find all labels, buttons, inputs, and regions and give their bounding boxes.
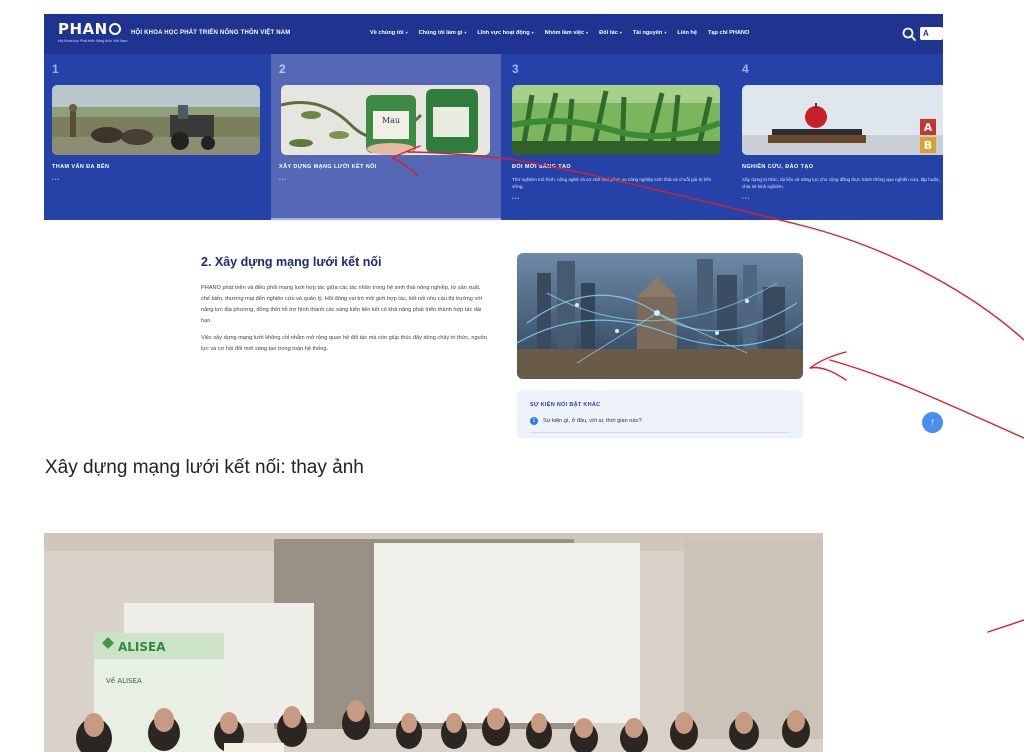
- nav-item-label: Liên hệ: [677, 30, 697, 36]
- slide-4[interactable]: 4 A B NGHIÊN CỨU, ĐÀO TẠO Xây dựng tri t…: [731, 54, 943, 220]
- nav-item-6[interactable]: Tài nguyên ▾: [633, 30, 667, 36]
- article-paragraph-1: PHANO phát triển và điều phối mạng lưới …: [201, 285, 483, 324]
- event-number-badge: 1: [530, 417, 538, 425]
- article-paragraph-2: Việc xây dựng mạng lưới không chỉ nhằm m…: [201, 335, 487, 352]
- nav-item-label: Tạp chí PHANO: [707, 30, 750, 36]
- other-events-box: SỰ KIỆN NỔI BẬT KHÁC 1 Sự kiện gì, ở đâu…: [517, 390, 803, 438]
- chevron-down-icon: ▾: [586, 30, 589, 35]
- events-title: SỰ KIỆN NỔI BẬT KHÁC: [530, 402, 601, 408]
- website-screenshot: PHAN Hội Khoa học Phát triển Nông thôn V…: [44, 14, 943, 438]
- globe-icon: [108, 23, 121, 35]
- search-icon[interactable]: [902, 27, 916, 41]
- nav-item-4[interactable]: Nhóm làm việc ▾: [545, 30, 589, 36]
- caption-note: Xây dựng mạng lưới kết nối: thay ảnh: [45, 457, 364, 478]
- slide-4-image: A B: [742, 85, 943, 155]
- slide-2-active[interactable]: 2 Mau XÂY DỰNG MẠNG LƯỚI KẾT NỐI •••: [271, 54, 501, 220]
- nav-menu: Về chúng tôi ▾ Chúng tôi làm gì ▾ Lĩnh vực h…: [370, 30, 749, 36]
- slide-more-dots: •••: [512, 196, 521, 202]
- poster-heading: Về ALISEA: [106, 677, 142, 685]
- nav-item-8[interactable]: Tạp chí PHANO: [708, 30, 749, 36]
- slide-title: XÂY DỰNG MẠNG LƯỚI KẾT NỐI: [279, 164, 377, 170]
- nav-item-label: Lĩnh vực hoạt động: [477, 30, 530, 36]
- chevron-down-icon: ▾: [405, 30, 408, 35]
- article-body: PHANO phát triển và điều phối mạng lưới …: [201, 283, 491, 361]
- slide-2-image: Mau: [281, 85, 490, 155]
- slide-number: 1: [52, 62, 59, 76]
- network-city-image: [517, 253, 803, 379]
- chevron-down-icon: ▾: [464, 30, 467, 35]
- slide-number: 2: [279, 62, 286, 76]
- block-letter-a: A: [924, 121, 933, 134]
- slide-3-image: [512, 85, 720, 155]
- top-navbar: PHAN Hội Khoa học Phát triển Nông thôn V…: [44, 14, 943, 54]
- slide-more-dots: •••: [742, 196, 751, 202]
- nav-item-label: Đối tác: [599, 30, 618, 36]
- slide-1-image: [52, 85, 260, 155]
- language-switch-button[interactable]: A: [920, 27, 943, 40]
- back-to-top-button[interactable]: ↑: [922, 412, 943, 433]
- services-slider: 1 THAM VẤN ĐA BÊN ••• 2 Mau XÂY DỰNG MẠN…: [44, 54, 943, 220]
- nav-item-2[interactable]: Chúng tôi làm gì ▾: [419, 30, 467, 36]
- nav-item-label: Nhóm làm việc: [544, 30, 585, 36]
- nav-item-1[interactable]: Về chúng tôi ▾: [370, 30, 408, 36]
- article-heading: 2. Xây dựng mạng lưới kết nối: [201, 255, 382, 269]
- chevron-down-icon: ▾: [531, 30, 534, 35]
- poster-brand: ALISEA: [118, 640, 166, 654]
- slide-number: 3: [512, 62, 519, 76]
- page: PHAN Hội Khoa học Phát triển Nông thôn V…: [0, 0, 1024, 752]
- chevron-down-icon: ▾: [619, 30, 622, 35]
- slide-3[interactable]: 3 ĐỔI MỚI SÁNG TẠO Thử nghiệm mô hình, c…: [501, 54, 731, 220]
- nav-item-label: Chúng tôi làm gì: [418, 30, 463, 36]
- slide-title: THAM VẤN ĐA BÊN: [52, 164, 110, 170]
- nav-item-label: Tài nguyên: [632, 30, 663, 36]
- logo-tagline: Hội Khoa học Phát triển Nông thôn Việt N…: [58, 39, 128, 43]
- slide-more-dots: •••: [279, 177, 288, 183]
- event-item-text: Sự kiện gì, ở đâu, với ai, thời gian nào…: [543, 418, 642, 424]
- org-name: HỘI KHOA HỌC PHÁT TRIỂN NÔNG THÔN VIỆT N…: [131, 30, 291, 36]
- block-letter-b: B: [924, 139, 932, 152]
- nav-item-3[interactable]: Lĩnh vực hoạt động ▾: [477, 30, 533, 36]
- slide-title: NGHIÊN CỨU, ĐÀO TẠO: [742, 164, 814, 170]
- article-section: 2. Xây dựng mạng lưới kết nối PHANO phát…: [44, 220, 943, 438]
- slide-title: ĐỔI MỚI SÁNG TẠO: [512, 164, 572, 170]
- nav-item-7[interactable]: Liên hệ: [677, 30, 697, 36]
- logo-word: PHAN: [58, 20, 108, 38]
- bottle-label: Mau: [382, 116, 400, 125]
- slide-more-dots: •••: [52, 177, 61, 183]
- group-photo: ALISEA Về ALISEA: [44, 533, 823, 752]
- event-item[interactable]: 1 Sự kiện gì, ở đâu, với ai, thời gian n…: [530, 417, 642, 425]
- slide-number: 4: [742, 62, 749, 76]
- slide-description: Thử nghiệm mô hình, công nghệ và cơ chế …: [512, 177, 712, 189]
- nav-item-label: Về chúng tôi: [370, 30, 404, 36]
- chevron-down-icon: ▾: [664, 30, 667, 35]
- slide-1[interactable]: 1 THAM VẤN ĐA BÊN •••: [44, 54, 271, 220]
- events-divider: [530, 432, 790, 433]
- phano-logo[interactable]: PHAN Hội Khoa học Phát triển Nông thôn V…: [58, 20, 128, 47]
- slide-description: Xây dựng tri thức, tài liệu và năng lực …: [742, 177, 940, 189]
- nav-item-5[interactable]: Đối tác ▾: [599, 30, 622, 36]
